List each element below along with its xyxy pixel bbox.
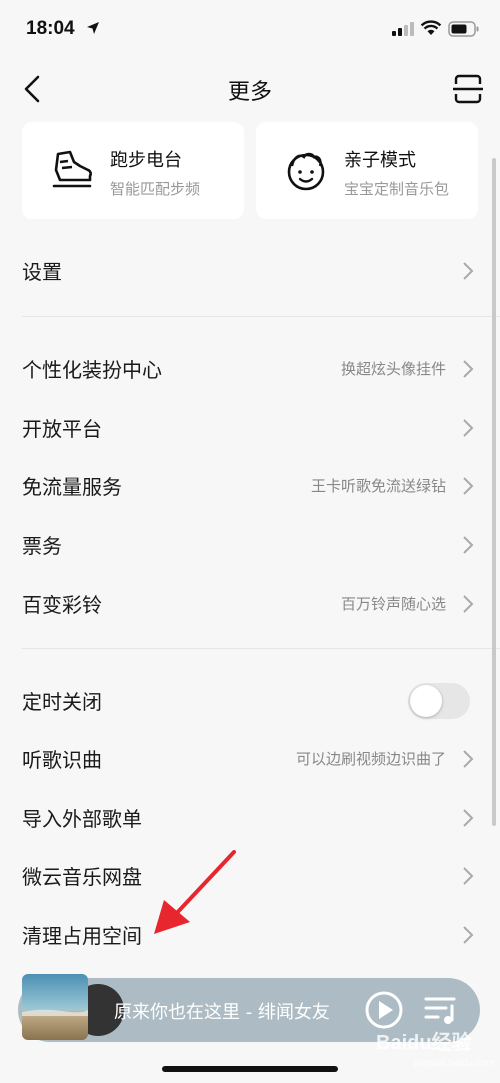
chevron-right-icon bbox=[463, 595, 474, 613]
chevron-right-icon bbox=[463, 926, 474, 944]
card-title: 跑步电台 bbox=[110, 150, 182, 171]
chevron-right-icon bbox=[463, 536, 474, 554]
now-playing-title: 原来你也在这里 - 绯闻女友 bbox=[114, 1002, 330, 1023]
row-value: 换超炫头像挂件 bbox=[340, 360, 446, 378]
wifi-icon bbox=[420, 20, 442, 35]
row-value: 百万铃声随心选 bbox=[340, 595, 446, 613]
weiyun-music-drive-row[interactable]: 微云音乐网盘 bbox=[0, 847, 500, 905]
row-label: 清理占用空间 bbox=[22, 924, 142, 948]
watermark: Baidu经验 bbox=[376, 1032, 472, 1054]
open-platform-row[interactable]: 开放平台 bbox=[0, 399, 500, 457]
divider bbox=[22, 648, 500, 649]
chevron-right-icon bbox=[463, 419, 474, 437]
row-label: 设置 bbox=[22, 260, 62, 284]
play-button-icon[interactable] bbox=[364, 990, 404, 1030]
row-label: 微云音乐网盘 bbox=[22, 865, 142, 889]
playlist-icon[interactable] bbox=[424, 994, 458, 1026]
sleep-timer-toggle[interactable] bbox=[408, 683, 470, 719]
song-recognition-row[interactable]: 听歌识曲 可以边刷视频边识曲了 bbox=[0, 730, 500, 788]
nav-bar: 更多 bbox=[0, 60, 500, 118]
clear-storage-row[interactable]: 清理占用空间 bbox=[0, 906, 500, 964]
chevron-right-icon bbox=[463, 477, 474, 495]
row-value: 王卡听歌免流送绿钻 bbox=[310, 477, 446, 495]
free-data-service-row[interactable]: 免流量服务 王卡听歌免流送绿钻 bbox=[0, 457, 500, 515]
location-arrow-icon bbox=[87, 22, 99, 34]
running-shoe-icon bbox=[52, 150, 92, 188]
toggle-knob bbox=[410, 685, 442, 717]
divider bbox=[22, 316, 500, 317]
row-value: 可以边刷视频边识曲了 bbox=[295, 750, 446, 768]
parent-child-mode-card[interactable]: 亲子模式 宝宝定制音乐包 bbox=[256, 122, 478, 219]
chevron-right-icon bbox=[463, 809, 474, 827]
album-art-image bbox=[22, 974, 88, 1040]
import-playlist-row[interactable]: 导入外部歌单 bbox=[0, 789, 500, 847]
row-label: 票务 bbox=[22, 534, 62, 558]
row-label: 免流量服务 bbox=[22, 475, 122, 499]
cellular-signal-icon bbox=[392, 22, 414, 36]
chevron-right-icon bbox=[463, 867, 474, 885]
chevron-right-icon bbox=[463, 360, 474, 378]
home-indicator bbox=[162, 1066, 338, 1072]
personalized-dressup-row[interactable]: 个性化装扮中心 换超炫头像挂件 bbox=[0, 340, 500, 398]
tickets-row[interactable]: 票务 bbox=[0, 516, 500, 574]
row-label: 百变彩铃 bbox=[22, 593, 102, 617]
album-art[interactable] bbox=[22, 974, 88, 1040]
settings-row[interactable]: 设置 bbox=[0, 242, 500, 300]
scrollbar[interactable] bbox=[492, 158, 496, 826]
row-label: 开放平台 bbox=[22, 417, 102, 441]
row-label: 听歌识曲 bbox=[22, 748, 102, 772]
child-face-icon bbox=[287, 152, 325, 191]
card-subtitle: 智能匹配步频 bbox=[110, 180, 201, 198]
status-bar: 18:04 bbox=[0, 0, 500, 60]
row-label: 导入外部歌单 bbox=[22, 807, 142, 831]
card-title: 亲子模式 bbox=[344, 150, 416, 171]
status-time: 18:04 bbox=[26, 18, 75, 39]
chevron-right-icon bbox=[463, 262, 474, 280]
chevron-right-icon bbox=[463, 750, 474, 768]
annotation-arrow-icon bbox=[154, 850, 236, 934]
page-title: 更多 bbox=[227, 80, 272, 105]
card-subtitle: 宝宝定制音乐包 bbox=[344, 180, 450, 198]
battery-icon bbox=[448, 21, 479, 37]
ringtone-row[interactable]: 百变彩铃 百万铃声随心选 bbox=[0, 575, 500, 633]
watermark-subtext: jingyan.baidu.com bbox=[414, 1058, 495, 1069]
row-label: 定时关闭 bbox=[22, 690, 102, 714]
running-radio-card[interactable]: 跑步电台 智能匹配步频 bbox=[22, 122, 244, 219]
row-label: 个性化装扮中心 bbox=[22, 358, 162, 382]
scan-icon[interactable] bbox=[452, 74, 484, 104]
